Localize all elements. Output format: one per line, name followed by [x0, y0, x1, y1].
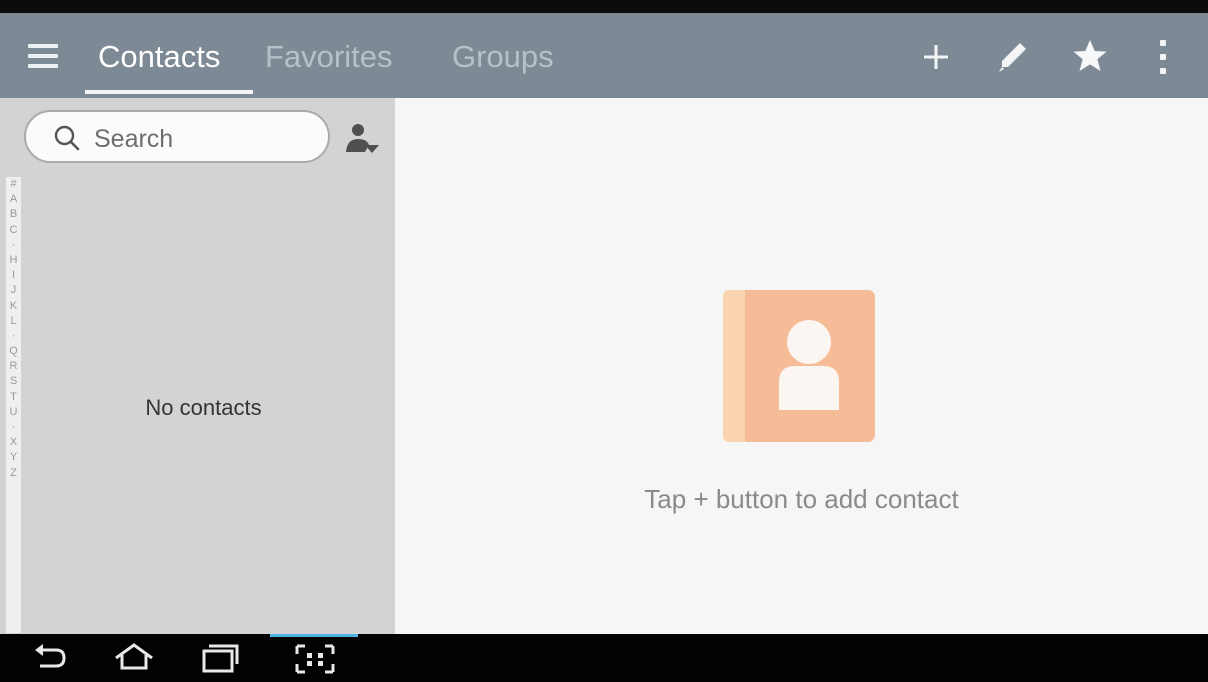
screen-mirror-icon[interactable] — [289, 642, 341, 676]
search-icon — [54, 125, 80, 151]
index-letter[interactable]: H — [6, 253, 21, 268]
index-letter[interactable]: L — [6, 314, 21, 329]
index-letter[interactable]: X — [6, 435, 21, 450]
index-letter[interactable]: S — [6, 374, 21, 389]
tab-contacts[interactable]: Contacts — [98, 39, 220, 75]
contacts-list-pane: Search # A B C · H I J K L · Q R S T U · X Y Z No contacts — [0, 98, 395, 634]
active-tab-indicator — [85, 90, 253, 94]
contact-filter-icon[interactable] — [343, 120, 381, 160]
plus-icon[interactable] — [918, 37, 954, 77]
index-letter[interactable]: · — [6, 329, 21, 344]
more-vert-icon[interactable] — [1151, 35, 1175, 79]
index-letter[interactable]: B — [6, 207, 21, 222]
empty-list-text: No contacts — [145, 395, 262, 420]
action-bar: Contacts Favorites Groups — [0, 13, 1208, 98]
home-icon[interactable] — [110, 642, 158, 674]
pencil-icon[interactable] — [996, 39, 1030, 75]
tab-favorites[interactable]: Favorites — [265, 39, 392, 75]
search-placeholder: Search — [94, 125, 174, 153]
index-letter[interactable]: I — [6, 268, 21, 283]
active-indicator — [270, 634, 358, 637]
star-icon[interactable] — [1070, 36, 1110, 76]
index-letter[interactable]: Q — [6, 344, 21, 359]
index-letter[interactable]: Y — [6, 450, 21, 465]
index-letter[interactable]: U — [6, 405, 21, 420]
back-icon[interactable] — [32, 642, 72, 674]
index-letter[interactable]: K — [6, 299, 21, 314]
index-letter[interactable]: T — [6, 390, 21, 405]
tab-groups[interactable]: Groups — [452, 39, 554, 75]
status-strip — [0, 0, 1208, 13]
system-nav-bar — [0, 634, 1208, 682]
index-letter[interactable]: C — [6, 223, 21, 238]
contact-book-icon — [723, 290, 875, 442]
index-letter[interactable]: J — [6, 283, 21, 298]
index-letter[interactable]: A — [6, 192, 21, 207]
index-letter[interactable]: · — [6, 420, 21, 435]
index-letter[interactable]: · — [6, 238, 21, 253]
index-letter[interactable]: # — [6, 177, 21, 192]
recents-icon[interactable] — [200, 642, 240, 674]
contact-detail-pane: Tap + button to add contact — [395, 98, 1208, 634]
search-input[interactable]: Search — [24, 110, 330, 163]
index-letter[interactable]: Z — [6, 466, 21, 481]
empty-state-hint: Tap + button to add contact — [644, 484, 959, 514]
alphabet-index[interactable]: # A B C · H I J K L · Q R S T U · X Y Z — [6, 177, 21, 633]
index-letter[interactable]: R — [6, 359, 21, 374]
menu-icon[interactable] — [26, 42, 62, 70]
